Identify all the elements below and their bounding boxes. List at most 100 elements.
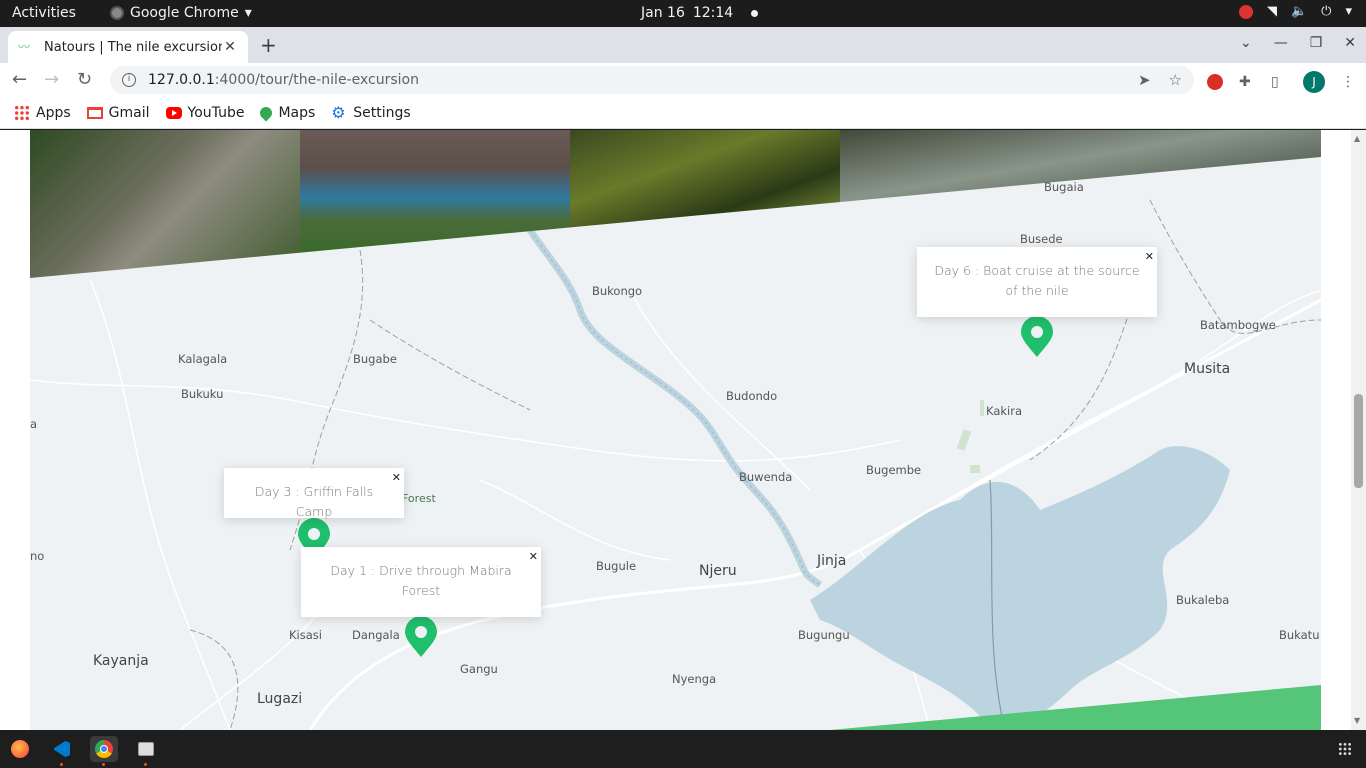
map-label: Nyenga bbox=[672, 672, 717, 686]
running-indicator bbox=[144, 763, 147, 766]
scroll-up-icon[interactable]: ▲ bbox=[1354, 134, 1360, 143]
site-info-icon[interactable]: i bbox=[122, 73, 136, 87]
bookmark-star-icon[interactable]: ☆ bbox=[1169, 71, 1182, 89]
map-label: a bbox=[30, 417, 38, 431]
input-method-icon[interactable] bbox=[1238, 4, 1253, 19]
minimize-icon[interactable]: — bbox=[1274, 35, 1288, 51]
apps-icon bbox=[14, 104, 30, 121]
natours-favicon-icon: 〰 bbox=[18, 40, 31, 54]
send-icon[interactable]: ➤ bbox=[1138, 71, 1151, 89]
map-marker-pin-icon[interactable] bbox=[404, 616, 438, 658]
app-menu[interactable]: Google Chrome ▾ bbox=[110, 5, 252, 21]
bookmark-label: Settings bbox=[353, 104, 411, 121]
system-tray[interactable]: ◥ 🔈 ⏻ ▾ bbox=[1238, 4, 1352, 19]
dock-chrome[interactable] bbox=[90, 736, 118, 766]
scroll-down-icon[interactable]: ▼ bbox=[1354, 716, 1360, 725]
power-icon: ⏻ bbox=[1321, 4, 1332, 19]
wifi-icon: ◥ bbox=[1266, 4, 1277, 19]
bookmark-youtube[interactable]: YouTube bbox=[165, 104, 245, 121]
map-label: Bukongo bbox=[592, 284, 643, 298]
map-label: Bugabe bbox=[353, 352, 397, 366]
map-label: Bugule bbox=[596, 559, 637, 573]
map-marker-pin-icon[interactable] bbox=[1020, 316, 1054, 358]
show-apps-grid-icon[interactable] bbox=[1338, 742, 1352, 756]
close-tab-icon[interactable]: ✕ bbox=[222, 39, 238, 55]
chevron-down-icon: ▾ bbox=[1345, 4, 1352, 19]
dock-vscode[interactable] bbox=[48, 736, 76, 766]
activities-button[interactable]: Activities bbox=[12, 5, 76, 21]
running-indicator bbox=[60, 763, 63, 766]
map-label: Budondo bbox=[726, 389, 778, 403]
dock-firefox[interactable] bbox=[6, 736, 34, 762]
bookmark-gmail[interactable]: Gmail bbox=[86, 104, 150, 121]
gear-icon: ⚙ bbox=[331, 102, 346, 122]
chrome-icon bbox=[110, 6, 124, 20]
map-label: Lugazi bbox=[257, 691, 303, 707]
map-popup: ✕ Day 3 : Griffin Falls Camp bbox=[224, 468, 404, 519]
system-top-bar: Activities Google Chrome ▾ Jan 16 12:14 … bbox=[0, 0, 1366, 27]
side-panel-icon[interactable]: ▯ bbox=[1271, 74, 1287, 90]
chevron-down-icon: ▾ bbox=[244, 5, 252, 21]
bookmark-label: Apps bbox=[36, 104, 71, 121]
map-label: Kalagala bbox=[178, 352, 228, 366]
browser-tab[interactable]: 〰 Natours | The nile excursion ✕ bbox=[8, 31, 248, 63]
popup-text: Day 6 : Boat cruise at the source of the… bbox=[934, 263, 1140, 298]
map-label: Buwenda bbox=[739, 470, 793, 484]
close-icon[interactable]: ✕ bbox=[529, 547, 538, 567]
page-viewport: Bugaia Busede Batambogwe Musita Kakira B… bbox=[0, 130, 1366, 730]
time: 12:14 bbox=[692, 5, 734, 21]
window-controls: ⌄ — ❐ ✕ bbox=[1240, 35, 1356, 51]
youtube-icon bbox=[165, 106, 182, 119]
url-path: :4000/tour/the-nile-excursion bbox=[214, 72, 419, 88]
notification-dot-icon bbox=[751, 9, 759, 17]
firefox-icon bbox=[11, 740, 29, 758]
map-popup: ✕ Day 6 : Boat cruise at the source of t… bbox=[917, 247, 1157, 317]
extension-icon[interactable] bbox=[1207, 74, 1223, 90]
map-label: Kakira bbox=[986, 404, 1023, 418]
map-label: Jinja bbox=[817, 553, 847, 569]
vscode-icon bbox=[54, 741, 70, 757]
scrollbar-thumb[interactable] bbox=[1354, 394, 1363, 488]
app-name: Google Chrome bbox=[130, 5, 239, 21]
map-label: Dangala bbox=[352, 628, 400, 642]
bookmarks-bar: Apps Gmail YouTube Maps ⚙ Settings bbox=[0, 97, 1366, 129]
tab-search-icon[interactable]: ⌄ bbox=[1240, 35, 1252, 51]
popup-text: Day 3 : Griffin Falls Camp bbox=[254, 484, 374, 519]
volume-icon: 🔈 bbox=[1290, 4, 1308, 19]
bookmark-maps[interactable]: Maps bbox=[257, 104, 315, 121]
url-host: 127.0.0.1 bbox=[148, 72, 215, 88]
tour-map-section: Bugaia Busede Batambogwe Musita Kakira B… bbox=[30, 130, 1321, 730]
bookmark-label: YouTube bbox=[187, 104, 245, 121]
map-label: Musita bbox=[1184, 361, 1231, 377]
close-icon[interactable]: ✕ bbox=[392, 468, 401, 488]
bookmark-settings[interactable]: ⚙ Settings bbox=[331, 102, 411, 122]
tab-title: Natours | The nile excursion bbox=[44, 39, 222, 55]
bookmark-label: Gmail bbox=[108, 104, 150, 121]
puzzle-icon[interactable]: ✚ bbox=[1239, 74, 1255, 90]
map-label: Bugembe bbox=[866, 463, 922, 477]
menu-kebab-icon[interactable]: ⋮ bbox=[1341, 74, 1357, 90]
files-icon bbox=[138, 742, 154, 756]
address-bar[interactable]: i 127.0.0.1 :4000/tour/the-nile-excursio… bbox=[110, 66, 1194, 94]
map-label: Forest bbox=[402, 492, 436, 505]
clock[interactable]: Jan 16 12:14 bbox=[641, 5, 759, 21]
extensions-area: ✚ ▯ J ⋮ bbox=[1207, 71, 1357, 93]
profile-avatar[interactable]: J bbox=[1303, 71, 1325, 93]
map-label: Bukuku bbox=[181, 387, 224, 401]
map-label: Njeru bbox=[699, 563, 737, 579]
new-tab-button[interactable]: + bbox=[260, 33, 277, 57]
map-label: Bugungu bbox=[798, 628, 850, 642]
close-window-icon[interactable]: ✕ bbox=[1344, 35, 1356, 51]
map-label: Kisasi bbox=[289, 628, 322, 642]
close-icon[interactable]: ✕ bbox=[1145, 247, 1154, 267]
maximize-icon[interactable]: ❐ bbox=[1310, 35, 1323, 51]
forward-arrow-icon[interactable]: → bbox=[44, 69, 59, 90]
map-label: Bukaleba bbox=[1176, 593, 1230, 607]
page-scrollbar[interactable]: ▲ ▼ bbox=[1351, 130, 1366, 730]
bookmark-apps[interactable]: Apps bbox=[14, 104, 71, 121]
reload-icon[interactable]: ↻ bbox=[77, 69, 92, 90]
dock-files[interactable] bbox=[132, 736, 160, 766]
tab-strip: 〰 Natours | The nile excursion ✕ + ⌄ — ❐… bbox=[0, 27, 1366, 63]
back-arrow-icon[interactable]: ← bbox=[12, 69, 27, 90]
map-label: Busede bbox=[1020, 232, 1063, 246]
